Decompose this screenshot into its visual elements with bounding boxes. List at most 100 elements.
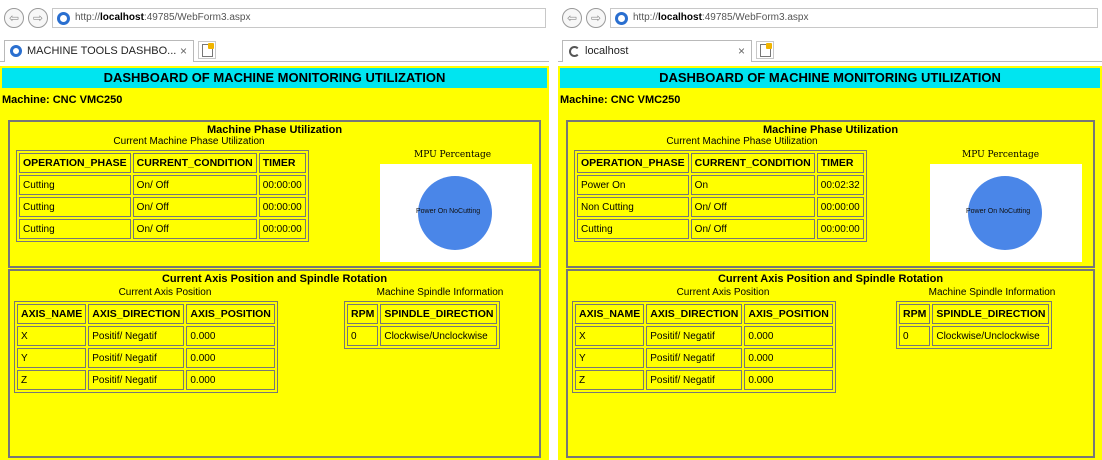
table-row: Cutting On/ Off 00:00:00 <box>19 197 306 217</box>
table-row: Non Cutting On/ Off 00:00:00 <box>577 197 864 217</box>
address-bar: ⇦ ⇨ http://localhost:49785/WebForm3.aspx <box>558 6 1102 32</box>
url-prefix: http:// <box>75 12 101 23</box>
table-row: X Positif/ Negatif 0.000 <box>17 326 275 346</box>
address-bar: ⇦ ⇨ http://localhost:49785/WebForm3.aspx <box>0 6 549 32</box>
close-icon[interactable]: × <box>738 41 745 61</box>
url-rest: :49785/WebForm3.aspx <box>143 12 251 23</box>
mpu-pie-chart: Power On NoCutting <box>930 164 1082 262</box>
phase-table: OPERATION_PHASE CURRENT_CONDITION TIMER … <box>574 150 867 242</box>
table-cell: 0.000 <box>186 348 275 368</box>
axis-title: Current Axis Position and Spindle Rotati… <box>717 273 944 285</box>
table-cell: Cutting <box>19 197 131 217</box>
table-cell: On/ Off <box>690 219 815 239</box>
spindle-table: RPM SPINDLE_DIRECTION 0 Clockwise/Uncloc… <box>344 301 501 349</box>
column-header: AXIS_NAME <box>575 304 645 324</box>
table-cell: Positif/ Negatif <box>646 348 743 368</box>
column-header: AXIS_POSITION <box>186 304 275 324</box>
phase-subtitle: Current Machine Phase Utilization <box>113 136 265 147</box>
table-row: Power On On 00:02:32 <box>577 175 864 195</box>
table-cell: X <box>575 326 645 346</box>
axis-panel: Current Axis Position and Spindle Rotati… <box>8 269 541 458</box>
table-cell: Positif/ Negatif <box>88 370 185 390</box>
table-row: 0 Clockwise/Unclockwise <box>899 326 1050 346</box>
url-prefix: http:// <box>633 12 659 23</box>
table-row: X Positif/ Negatif 0.000 <box>575 326 833 346</box>
loading-spinner-icon <box>569 46 580 57</box>
table-header-row: OPERATION_PHASE CURRENT_CONDITION TIMER <box>19 153 306 173</box>
spindle-subtitle: Machine Spindle Information <box>376 287 504 298</box>
spindle-subtitle: Machine Spindle Information <box>928 287 1056 298</box>
new-tab-icon[interactable] <box>198 41 216 59</box>
url-field[interactable]: http://localhost:49785/WebForm3.aspx <box>52 8 546 28</box>
table-cell: On/ Off <box>132 219 257 239</box>
table-cell: On/ Off <box>132 197 257 217</box>
table-cell: On/ Off <box>132 175 257 195</box>
mpu-chart-title: MPU Percentage <box>962 150 1040 160</box>
table-header-row: AXIS_NAME AXIS_DIRECTION AXIS_POSITION <box>575 304 833 324</box>
browser-window-right: ⇦ ⇨ http://localhost:49785/WebForm3.aspx… <box>558 0 1102 460</box>
url-field[interactable]: http://localhost:49785/WebForm3.aspx <box>610 8 1098 28</box>
column-header: RPM <box>899 304 931 324</box>
table-cell: Positif/ Negatif <box>646 370 743 390</box>
axis-title: Current Axis Position and Spindle Rotati… <box>161 273 388 285</box>
table-cell: X <box>17 326 87 346</box>
table-cell: Cutting <box>19 219 131 239</box>
forward-button[interactable]: ⇨ <box>586 8 606 28</box>
table-cell: 0.000 <box>744 370 833 390</box>
table-header-row: AXIS_NAME AXIS_DIRECTION AXIS_POSITION <box>17 304 275 324</box>
screenshot-root: ⇦ ⇨ http://localhost:49785/WebForm3.aspx… <box>0 0 1102 460</box>
tab-dashboard[interactable]: MACHINE TOOLS DASHBO... × <box>4 40 194 62</box>
tab-strip: MACHINE TOOLS DASHBO... × <box>0 38 549 62</box>
back-button[interactable]: ⇦ <box>562 8 582 28</box>
axis-subtitle: Current Axis Position <box>676 287 770 298</box>
table-row: Cutting On/ Off 00:00:00 <box>19 175 306 195</box>
table-row: Z Positif/ Negatif 0.000 <box>17 370 275 390</box>
axis-subtitle: Current Axis Position <box>118 287 212 298</box>
table-row: Cutting On/ Off 00:00:00 <box>19 219 306 239</box>
table-cell: Power On <box>577 175 689 195</box>
tab-localhost[interactable]: localhost × <box>562 40 752 62</box>
table-cell: 0.000 <box>744 348 833 368</box>
forward-arrow-icon: ⇨ <box>32 11 44 25</box>
ie-logo-icon <box>615 12 628 25</box>
forward-button[interactable]: ⇨ <box>28 8 48 28</box>
column-header: AXIS_DIRECTION <box>88 304 185 324</box>
column-header: SPINDLE_DIRECTION <box>932 304 1050 324</box>
table-cell: 00:00:00 <box>258 175 306 195</box>
browser-window-left: ⇦ ⇨ http://localhost:49785/WebForm3.aspx… <box>0 0 549 460</box>
machine-label: Machine: CNC VMC250 <box>2 94 123 106</box>
table-cell: Clockwise/Unclockwise <box>380 326 498 346</box>
table-cell: On/ Off <box>690 197 815 217</box>
machine-label: Machine: CNC VMC250 <box>560 94 681 106</box>
table-row: Cutting On/ Off 00:00:00 <box>577 219 864 239</box>
table-cell: Cutting <box>19 175 131 195</box>
spindle-table: RPM SPINDLE_DIRECTION 0 Clockwise/Uncloc… <box>896 301 1053 349</box>
close-icon[interactable]: × <box>180 41 187 61</box>
phase-table: OPERATION_PHASE CURRENT_CONDITION TIMER … <box>16 150 309 242</box>
mpu-chart-title: MPU Percentage <box>414 150 492 160</box>
table-cell: 00:00:00 <box>816 219 864 239</box>
column-header: SPINDLE_DIRECTION <box>380 304 498 324</box>
table-header-row: OPERATION_PHASE CURRENT_CONDITION TIMER <box>577 153 864 173</box>
table-cell: 0.000 <box>744 326 833 346</box>
table-cell: Positif/ Negatif <box>88 326 185 346</box>
back-button[interactable]: ⇦ <box>4 8 24 28</box>
phase-panel: Machine Phase Utilization Current Machin… <box>8 120 541 268</box>
new-tab-icon[interactable] <box>756 41 774 59</box>
table-cell: On <box>690 175 815 195</box>
table-cell: Clockwise/Unclockwise <box>932 326 1050 346</box>
axis-panel: Current Axis Position and Spindle Rotati… <box>566 269 1095 458</box>
column-header: AXIS_NAME <box>17 304 87 324</box>
axis-table: AXIS_NAME AXIS_DIRECTION AXIS_POSITION X… <box>572 301 836 393</box>
url-host: localhost <box>100 12 144 23</box>
url-host: localhost <box>658 12 702 23</box>
column-header: AXIS_POSITION <box>744 304 833 324</box>
phase-title: Machine Phase Utilization <box>206 124 343 136</box>
column-header: CURRENT_CONDITION <box>690 153 815 173</box>
table-row: Y Positif/ Negatif 0.000 <box>17 348 275 368</box>
column-header: OPERATION_PHASE <box>19 153 131 173</box>
table-cell: Positif/ Negatif <box>88 348 185 368</box>
dashboard-page: DASHBOARD OF MACHINE MONITORING UTILIZAT… <box>558 66 1102 460</box>
table-cell: Cutting <box>577 219 689 239</box>
table-cell: Z <box>17 370 87 390</box>
